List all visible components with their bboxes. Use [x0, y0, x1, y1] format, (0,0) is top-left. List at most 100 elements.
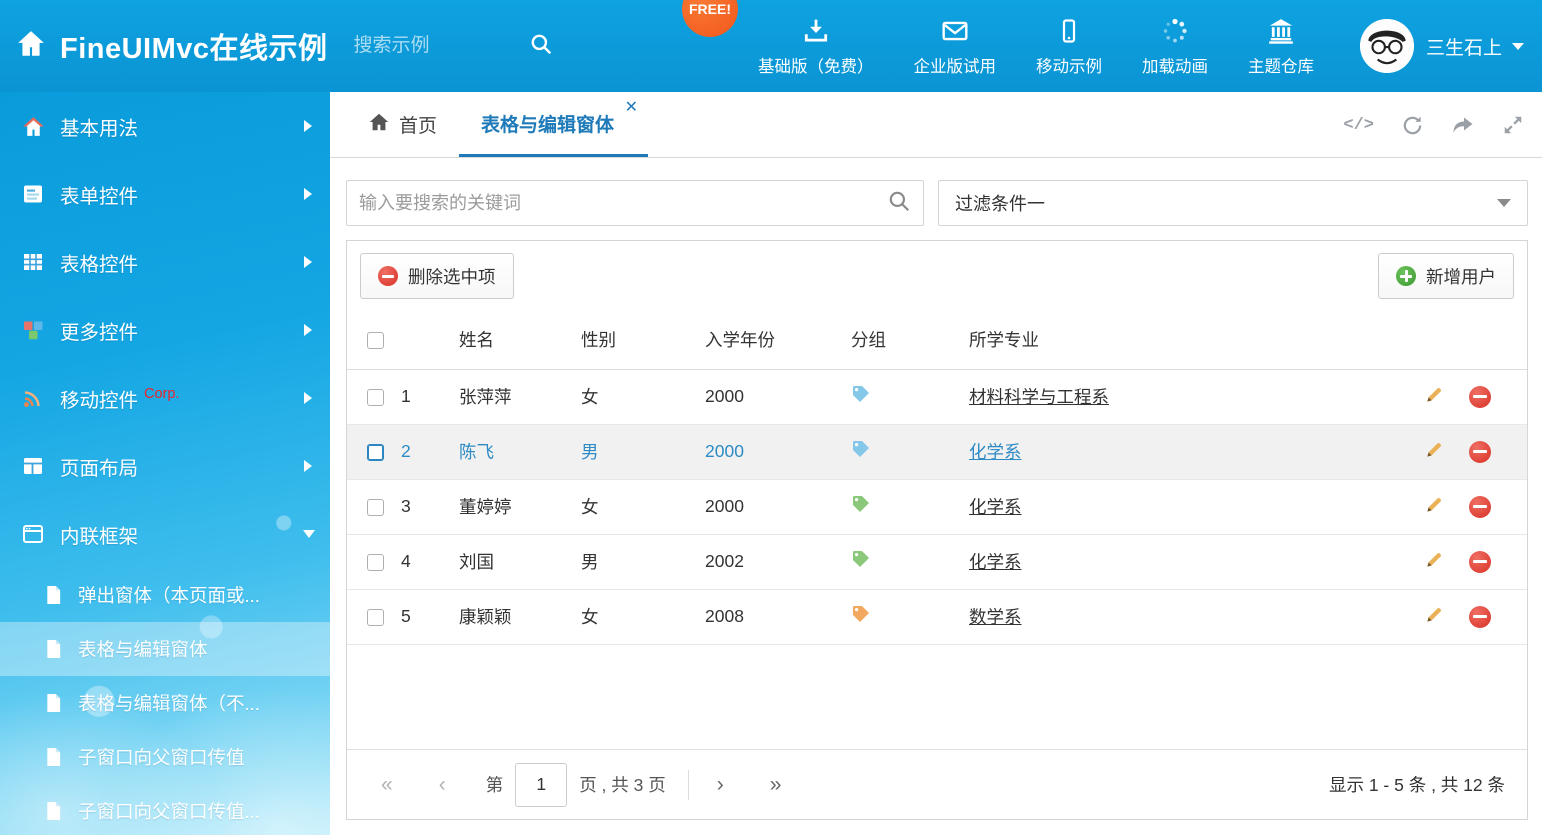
- sidebar-item-inline-frame[interactable]: 内联框架: [0, 500, 330, 568]
- column-header-name[interactable]: 姓名: [459, 311, 581, 369]
- table-row[interactable]: 3 董婷婷 女 2000 化学系: [347, 479, 1527, 534]
- tab-home[interactable]: 首页: [346, 92, 459, 157]
- record-count-summary: 显示 1 - 5 条 , 共 12 条: [1329, 772, 1505, 797]
- delete-selected-button[interactable]: 删除选中项: [360, 253, 514, 299]
- sidebar-item-grid-controls[interactable]: 表格控件: [0, 228, 330, 296]
- edit-icon[interactable]: [1424, 604, 1445, 630]
- cell-gender: 男: [581, 424, 705, 479]
- select-all-checkbox[interactable]: [367, 332, 384, 349]
- filter-select[interactable]: 过滤条件一: [938, 180, 1528, 226]
- row-checkbox[interactable]: [367, 609, 384, 626]
- edit-icon[interactable]: [1424, 439, 1445, 465]
- delete-row-icon[interactable]: [1469, 441, 1491, 463]
- sidebar-subitem-label: 子窗口向父窗口传值...: [78, 798, 260, 824]
- column-header-group[interactable]: 分组: [851, 311, 969, 369]
- nav-label: 主题仓库: [1248, 53, 1314, 77]
- sidebar-item-form-controls[interactable]: 表单控件: [0, 160, 330, 228]
- column-header-gender[interactable]: 性别: [581, 311, 705, 369]
- brand[interactable]: FineUIMvc在线示例: [16, 25, 328, 67]
- edit-icon[interactable]: [1424, 384, 1445, 410]
- view-source-icon[interactable]: </>: [1343, 116, 1374, 135]
- table-row[interactable]: 4 刘国 男 2002 化学系: [347, 534, 1527, 589]
- header-search-input[interactable]: [354, 35, 529, 57]
- user-menu[interactable]: 三生石上: [1360, 19, 1524, 73]
- top-header: FineUIMvc在线示例 FREE! 基础版（免费） 企业版试用: [0, 0, 1542, 92]
- sidebar: 基本用法 表单控件 表格控件 更多控件: [0, 92, 330, 835]
- major-link[interactable]: 化学系: [969, 552, 1022, 572]
- close-icon[interactable]: ✕: [625, 100, 638, 116]
- table-row[interactable]: 5 康颖颖 女 2008 数学系: [347, 589, 1527, 644]
- major-link[interactable]: 化学系: [969, 497, 1022, 517]
- sidebar-item-more-controls[interactable]: 更多控件: [0, 296, 330, 364]
- column-header-major[interactable]: 所学专业: [969, 311, 1421, 369]
- header-search: [354, 32, 553, 61]
- nav-item-theme-store[interactable]: 主题仓库: [1228, 15, 1334, 77]
- nav-item-mobile-demo[interactable]: 移动示例: [1016, 15, 1122, 77]
- page-label-suffix: 页 , 共 3 页: [579, 772, 666, 797]
- edit-icon[interactable]: [1424, 494, 1445, 520]
- sidebar-subitem-grid-edit-window[interactable]: 表格与编辑窗体: [0, 622, 330, 676]
- tab-grid-edit-window[interactable]: 表格与编辑窗体 ✕: [459, 92, 648, 157]
- sidebar-subitem-popup-window[interactable]: 弹出窗体（本页面或...: [0, 568, 330, 622]
- sidebar-item-label: 表单控件: [60, 180, 138, 209]
- column-header-year[interactable]: 入学年份: [705, 311, 851, 369]
- major-link[interactable]: 数学系: [969, 607, 1022, 627]
- search-icon[interactable]: [529, 32, 553, 61]
- table-header-row: 姓名 性别 入学年份 分组 所学专业: [347, 311, 1527, 369]
- button-label: 删除选中项: [408, 264, 496, 289]
- sidebar-item-basic-usage[interactable]: 基本用法: [0, 92, 330, 160]
- nav-item-loading-animation[interactable]: 加载动画: [1122, 15, 1228, 77]
- delete-row-icon[interactable]: [1469, 386, 1491, 408]
- next-page-button[interactable]: ›: [711, 773, 730, 797]
- page-number-input[interactable]: [515, 763, 567, 807]
- open-new-window-icon[interactable]: [1451, 113, 1475, 137]
- major-link[interactable]: 材料科学与工程系: [969, 387, 1109, 407]
- sidebar-item-page-layout[interactable]: 页面布局: [0, 432, 330, 500]
- nav-item-basic-free[interactable]: FREE! 基础版（免费）: [738, 15, 894, 77]
- table-row[interactable]: 2 陈飞 男 2000 化学系: [347, 424, 1527, 479]
- nav-label: 企业版试用: [913, 53, 996, 77]
- keyword-search-input[interactable]: [359, 193, 887, 214]
- sidebar-subitem-child-to-parent[interactable]: 子窗口向父窗口传值: [0, 730, 330, 784]
- row-checkbox[interactable]: [367, 444, 384, 461]
- major-link[interactable]: 化学系: [969, 442, 1022, 462]
- table-row[interactable]: 1 张萍萍 女 2000 材料科学与工程系: [347, 369, 1527, 424]
- cell-year: 2000: [705, 369, 851, 424]
- row-checkbox[interactable]: [367, 554, 384, 571]
- fullscreen-icon[interactable]: [1502, 114, 1524, 136]
- search-icon[interactable]: [887, 189, 911, 218]
- grid-panel: 删除选中项 新增用户: [346, 240, 1528, 820]
- delete-row-icon[interactable]: [1469, 606, 1491, 628]
- nav-label: 加载动画: [1142, 53, 1208, 77]
- first-page-button[interactable]: «: [375, 773, 399, 797]
- add-user-button[interactable]: 新增用户: [1378, 253, 1514, 299]
- row-checkbox[interactable]: [367, 389, 384, 406]
- last-page-button[interactable]: »: [764, 773, 788, 797]
- chevron-right-icon: [304, 256, 312, 268]
- chevron-right-icon: [304, 120, 312, 132]
- user-avatar: [1360, 19, 1414, 73]
- pagination-bar: « ‹ 第 页 , 共 3 页 › » 显示 1 - 5 条 , 共 12 条: [347, 749, 1527, 819]
- tab-toolbar: </>: [1343, 92, 1524, 158]
- cell-name: 张萍萍: [459, 369, 581, 424]
- row-checkbox[interactable]: [367, 499, 384, 516]
- envelope-icon: [940, 15, 970, 45]
- row-index: 5: [401, 589, 459, 644]
- delete-row-icon[interactable]: [1469, 496, 1491, 518]
- edit-icon[interactable]: [1424, 549, 1445, 575]
- grid-toolbar: 删除选中项 新增用户: [347, 241, 1527, 311]
- prev-page-button[interactable]: ‹: [433, 773, 452, 797]
- sidebar-item-mobile-controls[interactable]: 移动控件 Corp.: [0, 364, 330, 432]
- user-name: 三生石上: [1426, 33, 1502, 60]
- nav-item-enterprise-trial[interactable]: 企业版试用: [893, 15, 1016, 77]
- download-icon: [802, 15, 830, 45]
- delete-row-icon[interactable]: [1469, 551, 1491, 573]
- cell-name: 陈飞: [459, 424, 581, 479]
- sidebar-subitem-label: 表格与编辑窗体（不...: [78, 690, 260, 716]
- bank-icon: [1266, 15, 1296, 45]
- sidebar-subitem-grid-edit-window-2[interactable]: 表格与编辑窗体（不...: [0, 676, 330, 730]
- chevron-down-icon: [303, 530, 315, 538]
- sidebar-subitem-child-to-parent-2[interactable]: 子窗口向父窗口传值...: [0, 784, 330, 835]
- refresh-icon[interactable]: [1401, 114, 1424, 137]
- sidebar-subitem-label: 表格与编辑窗体: [78, 636, 208, 662]
